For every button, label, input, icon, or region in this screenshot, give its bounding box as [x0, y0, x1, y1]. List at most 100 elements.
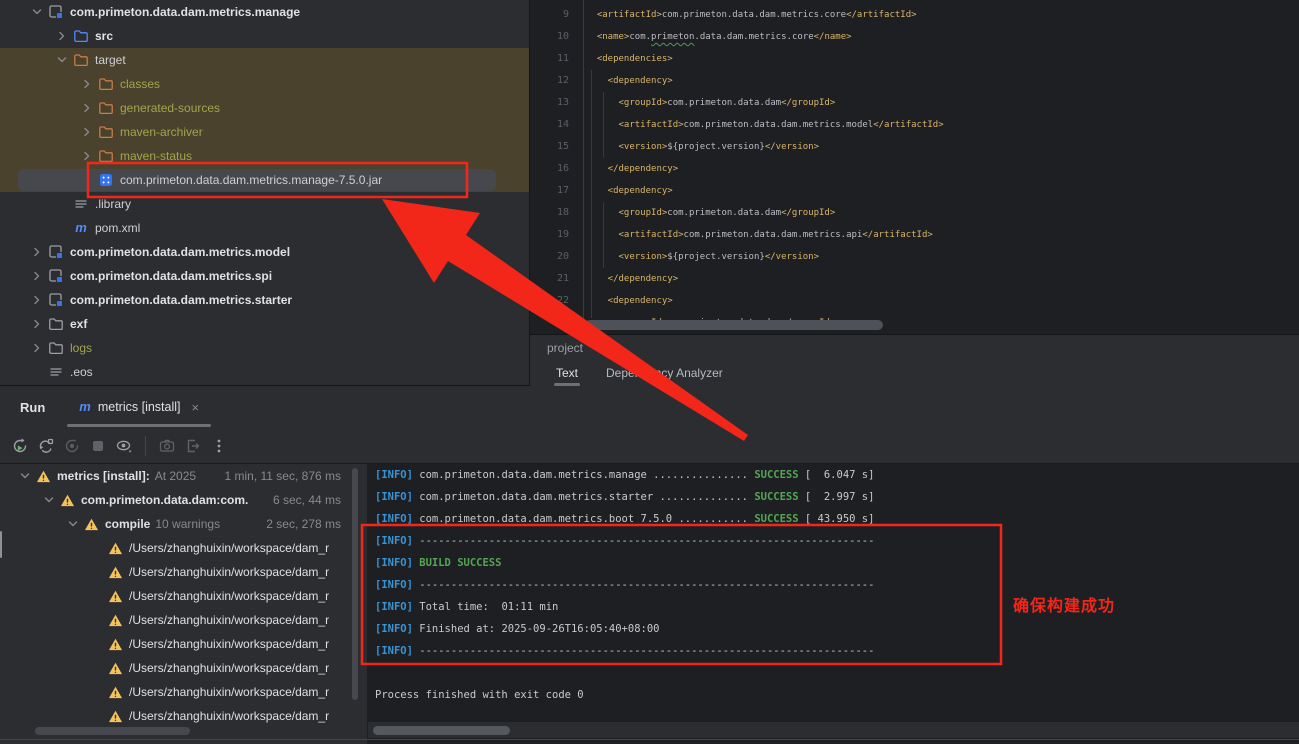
- toolbar-separator: [145, 436, 146, 456]
- run-tree-row[interactable]: /Users/zhanghuixin/workspace/dam_r: [0, 608, 367, 632]
- run-tree-row[interactable]: /Users/zhanghuixin/workspace/dam_r: [0, 632, 367, 656]
- chevron-right-icon[interactable]: [80, 101, 94, 115]
- toolwindow-stripe-indicator: [0, 531, 2, 558]
- console-line: Process finished with exit code 0: [368, 684, 1299, 706]
- project-tree-row[interactable]: com.primeton.data.dam.metrics.manage: [0, 0, 529, 24]
- tree-item-label: com.primeton.data.dam.metrics.starter: [70, 293, 292, 307]
- run-tree-vertical-scrollbar[interactable]: [352, 468, 358, 700]
- run-item-label: /Users/zhanghuixin/workspace/dam_r: [129, 637, 329, 651]
- rerun-with-icon[interactable]: [37, 437, 55, 455]
- line-number: 12: [530, 70, 583, 92]
- project-tree-row[interactable]: mpom.xml: [0, 216, 529, 240]
- console-line: [INFO] ---------------------------------…: [368, 574, 1299, 596]
- line-number: 23: [530, 312, 583, 334]
- chevron-right-icon[interactable]: [30, 293, 44, 307]
- line-number: 16: [530, 158, 583, 180]
- screenshot-icon[interactable]: [158, 437, 176, 455]
- console-line: [INFO] com.primeton.data.dam.metrics.sta…: [368, 486, 1299, 508]
- run-toolbar: [0, 428, 1299, 464]
- warning-icon: [36, 469, 51, 484]
- project-tree-row[interactable]: exf: [0, 312, 529, 336]
- run-item-detail: At 2025: [155, 469, 196, 483]
- stop-icon[interactable]: [89, 437, 107, 455]
- run-tree-row[interactable]: compile10 warnings2 sec, 278 ms: [0, 512, 367, 536]
- run-tree-horizontal-scrollbar[interactable]: [35, 727, 190, 735]
- module-icon: [48, 4, 64, 20]
- line-number: 15: [530, 136, 583, 158]
- line-number: 10: [530, 26, 583, 48]
- editor-horizontal-scrollbar[interactable]: [585, 320, 883, 330]
- tab-dependency-analyzer[interactable]: Dependency Analyzer: [592, 359, 737, 386]
- folder-orange-icon: [98, 76, 114, 92]
- chevron-right-icon[interactable]: [30, 317, 44, 331]
- chevron-down-icon[interactable]: [42, 493, 56, 507]
- resume-icon[interactable]: [63, 437, 81, 455]
- code-line: <dependency>: [586, 180, 944, 202]
- console-line: [INFO] ---------------------------------…: [368, 640, 1299, 662]
- build-console-output[interactable]: [INFO] com.primeton.data.dam.metrics.man…: [368, 464, 1299, 722]
- code-line: <version>${project.version}</version>: [586, 246, 944, 268]
- run-tab-metrics-install[interactable]: m metrics [install] ×: [67, 386, 211, 428]
- run-tree-row[interactable]: /Users/zhanghuixin/workspace/dam_r: [0, 584, 367, 608]
- project-tree-row[interactable]: maven-status: [0, 144, 529, 168]
- chevron-right-icon[interactable]: [80, 149, 94, 163]
- tree-item-label: logs: [70, 341, 92, 355]
- run-item-label: compile: [105, 517, 150, 531]
- xml-editor[interactable]: 91011121314151617181920212223 <artifactI…: [530, 0, 1299, 334]
- project-tree-row[interactable]: com.primeton.data.dam.metrics.starter: [0, 288, 529, 312]
- chevron-right-icon[interactable]: [30, 341, 44, 355]
- chevron-right-icon[interactable]: [80, 77, 94, 91]
- run-item-duration: 6 sec, 44 ms: [273, 493, 341, 507]
- code-line: </dependency>: [586, 158, 944, 180]
- project-tree-row[interactable]: .eos: [0, 360, 529, 384]
- module-icon: [48, 244, 64, 260]
- run-tree-row[interactable]: /Users/zhanghuixin/workspace/dam_r: [0, 680, 367, 704]
- run-tree-row[interactable]: /Users/zhanghuixin/workspace/dam_r: [0, 536, 367, 560]
- project-tree-row[interactable]: com.primeton.data.dam.metrics.model: [0, 240, 529, 264]
- run-toolwindow-header: Run m metrics [install] ×: [0, 386, 1299, 428]
- console-line: [INFO] ---------------------------------…: [368, 530, 1299, 552]
- folder-gray-icon: [48, 316, 64, 332]
- project-tree-row[interactable]: maven-archiver: [0, 120, 529, 144]
- chevron-right-icon[interactable]: [80, 125, 94, 139]
- run-tree-row[interactable]: metrics [install]:At 20251 min, 11 sec, …: [0, 464, 367, 488]
- ide-window: com.primeton.data.dam.metrics.manage srct…: [0, 0, 1299, 744]
- warning-icon: [108, 709, 123, 724]
- run-tree-row[interactable]: /Users/zhanghuixin/workspace/dam_r: [0, 656, 367, 680]
- chevron-down-icon[interactable]: [66, 517, 80, 531]
- run-tree-row[interactable]: /Users/zhanghuixin/workspace/dam_r: [0, 560, 367, 584]
- project-tree-row[interactable]: generated-sources: [0, 96, 529, 120]
- chevron-down-icon[interactable]: [30, 5, 44, 19]
- editor-code[interactable]: <artifactId>com.primeton.data.dam.metric…: [586, 4, 944, 334]
- run-item-label: /Users/zhanghuixin/workspace/dam_r: [129, 661, 329, 675]
- chevron-down-icon[interactable]: [18, 469, 32, 483]
- console-horizontal-scrollbar[interactable]: [373, 726, 510, 735]
- tab-text[interactable]: Text: [542, 359, 592, 386]
- project-tree-row[interactable]: target: [0, 48, 529, 72]
- project-tree-row[interactable]: src: [0, 24, 529, 48]
- tree-item-label: com.primeton.data.dam.metrics.model: [70, 245, 290, 259]
- run-tree-row[interactable]: /Users/zhanghuixin/workspace/dam_r: [0, 704, 367, 727]
- export-output-icon[interactable]: [184, 437, 202, 455]
- rerun-icon[interactable]: [11, 437, 29, 455]
- chevron-down-icon[interactable]: [55, 53, 69, 67]
- chevron-right-icon[interactable]: [30, 245, 44, 259]
- chevron-right-icon[interactable]: [55, 29, 69, 43]
- tree-item-label: generated-sources: [120, 101, 220, 115]
- project-tree-row[interactable]: classes: [0, 72, 529, 96]
- project-tree-row[interactable]: com.primeton.data.dam.metrics.spi: [0, 264, 529, 288]
- project-tree-row[interactable]: logs: [0, 336, 529, 360]
- tree-item-label: com.primeton.data.dam.metrics.manage: [70, 5, 300, 19]
- chevron-right-icon[interactable]: [30, 269, 44, 283]
- run-tree-row[interactable]: com.primeton.data.dam:com.6 sec, 44 ms: [0, 488, 367, 512]
- code-line: <name>com.primeton.data.dam.metrics.core…: [586, 26, 944, 48]
- code-line: <groupId>com.primeton.data.dam</groupId>: [586, 92, 944, 114]
- close-icon[interactable]: ×: [192, 400, 200, 415]
- breadcrumb-item[interactable]: project: [547, 341, 583, 355]
- view-options-icon[interactable]: [115, 437, 133, 455]
- folder-blue-icon: [73, 28, 89, 44]
- project-tree-row[interactable]: com.primeton.data.dam.metrics.manage-7.5…: [0, 168, 529, 192]
- project-tree-row[interactable]: .library: [0, 192, 529, 216]
- code-line: <dependencies>: [586, 48, 944, 70]
- more-options-icon[interactable]: [210, 437, 228, 455]
